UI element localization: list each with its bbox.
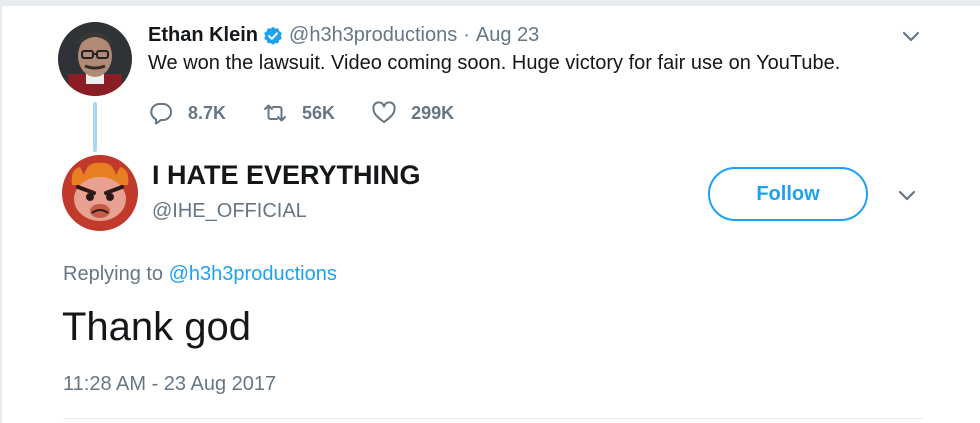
thread-connector [93,102,97,152]
replying-to-handle-link[interactable]: @h3h3productions [169,263,337,285]
main-author-avatar[interactable] [62,155,138,231]
separator-dot: · [463,24,470,46]
retweet-icon [264,104,287,122]
reply-button[interactable]: 8.7K [148,100,226,126]
replying-to-label: Replying to [63,263,164,285]
verified-badge-icon [263,26,283,46]
reply-icon [150,103,172,125]
parent-author-name[interactable]: Ethan Klein [148,24,258,47]
like-button[interactable]: 299K [371,100,454,126]
parent-author-avatar[interactable] [58,22,132,96]
parent-tweet-text: We won the lawsuit. Video coming soon. H… [148,52,841,74]
reply-count: 8.7K [188,102,227,123]
main-tweet-menu-button[interactable] [896,184,918,206]
parent-author-handle[interactable]: @h3h3productions [289,24,457,47]
parent-tweet-actions: 8.7K 56K 299K [148,100,490,126]
retweet-count: 56K [302,102,336,123]
chevron-down-icon [902,31,920,42]
heart-icon [372,101,396,123]
tweet-timestamp[interactable]: 11:28 AM - 23 Aug 2017 [63,373,276,396]
main-author-name[interactable]: I HATE EVERYTHING [152,160,421,191]
parent-tweet-menu-button[interactable] [900,25,922,47]
main-tweet-text: Thank god [62,305,252,349]
parent-tweet-header: Ethan Klein @h3h3productions · Aug 23 [148,24,539,47]
parent-tweet-date[interactable]: Aug 23 [476,24,539,47]
replying-to-line: Replying to @h3h3productions [63,263,337,286]
follow-button[interactable]: Follow [708,167,868,221]
window-left-border [0,0,2,423]
retweet-button[interactable]: 56K [262,100,335,126]
chevron-down-icon [898,190,916,201]
like-count: 299K [411,102,455,123]
main-author-handle[interactable]: @IHE_OFFICIAL [152,200,307,223]
window-top-border [0,0,980,6]
divider [63,418,923,419]
